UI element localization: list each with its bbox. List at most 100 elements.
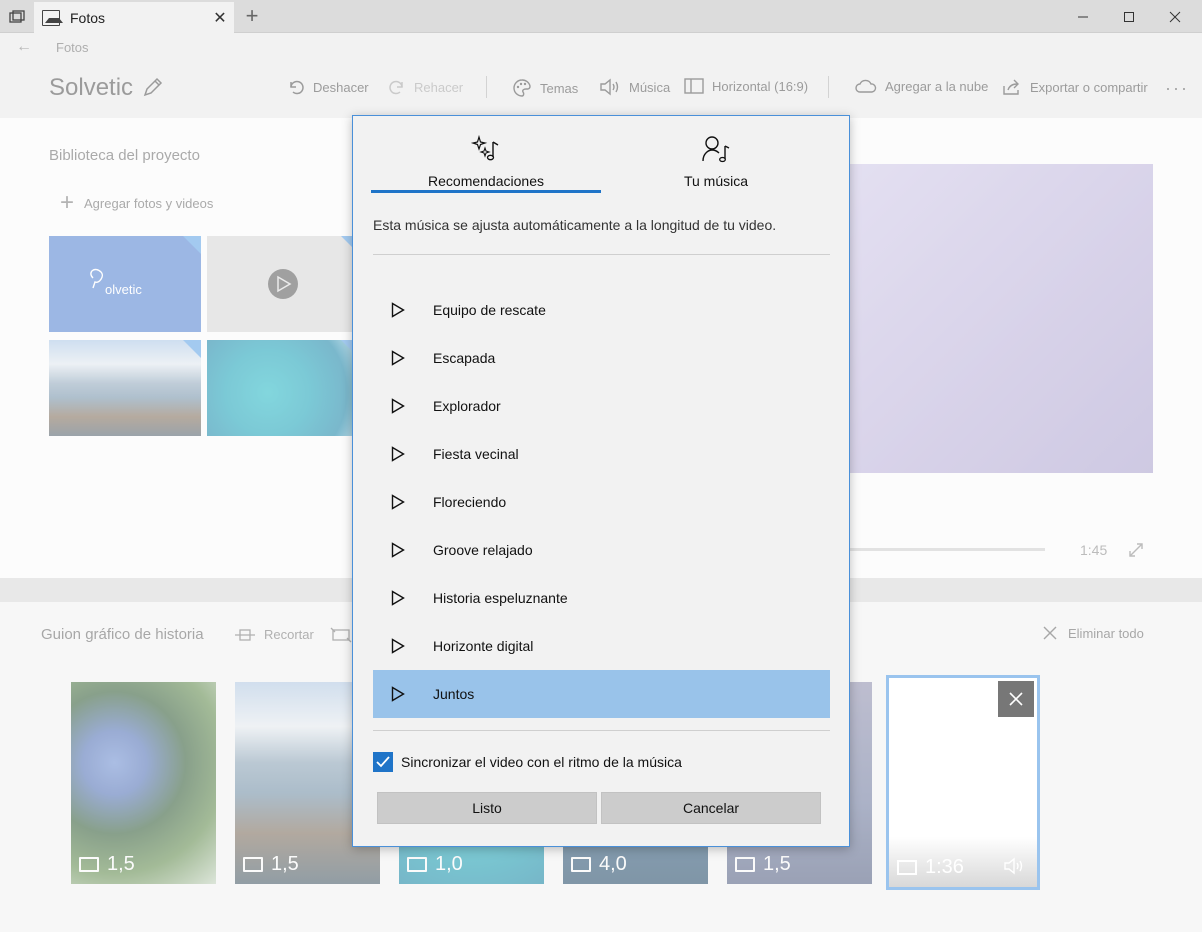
song-item[interactable]: Horizonte digital xyxy=(373,622,830,670)
cancel-button[interactable]: Cancelar xyxy=(601,792,821,824)
project-library-title: Biblioteca del proyecto xyxy=(49,147,200,164)
close-tab-button[interactable]: ✕ xyxy=(206,8,234,28)
maximize-icon xyxy=(1124,11,1134,22)
redo-label: Rehacer xyxy=(414,79,464,95)
song-title: Fiesta vecinal xyxy=(433,446,519,462)
song-title: Equipo de rescate xyxy=(433,302,546,318)
volume-icon[interactable] xyxy=(1003,857,1025,875)
close-window-button[interactable] xyxy=(1152,0,1198,33)
fullscreen-icon xyxy=(1129,543,1143,557)
song-item[interactable]: Fiesta vecinal xyxy=(373,430,830,478)
play-icon[interactable] xyxy=(391,350,405,366)
play-icon[interactable] xyxy=(391,686,405,702)
trim-icon xyxy=(235,628,255,641)
play-circle-icon xyxy=(268,269,298,299)
card-duration: 1,5 xyxy=(243,853,299,876)
tab-recommendations-label: Recomendaciones xyxy=(428,173,544,189)
add-photos-videos-button[interactable]: + Agregar fotos y videos xyxy=(60,191,214,215)
tab-recommendations[interactable]: Recomendaciones xyxy=(371,134,601,189)
preview-duration: 1:45 xyxy=(1080,542,1108,558)
song-item[interactable]: Explorador xyxy=(373,382,830,430)
storyboard-card[interactable]: 1,5 xyxy=(71,682,216,884)
play-icon[interactable] xyxy=(391,542,405,558)
library-thumbnail-reef[interactable] xyxy=(207,340,359,436)
play-icon[interactable] xyxy=(391,446,405,462)
song-item[interactable]: Equipo de rescate xyxy=(373,286,830,334)
used-corner-marker xyxy=(183,340,201,358)
tab-switcher-button[interactable] xyxy=(0,0,33,33)
card-duration: 1:36 xyxy=(897,856,964,879)
tab-your-music-label: Tu música xyxy=(683,173,749,189)
song-item[interactable]: Juntos xyxy=(373,670,830,718)
music-button[interactable]: Música xyxy=(599,78,670,96)
undo-icon xyxy=(290,80,304,95)
expand-icon[interactable] xyxy=(1128,542,1144,562)
new-tab-button[interactable]: + xyxy=(240,4,264,28)
maximize-button[interactable] xyxy=(1106,0,1152,33)
library-thumbnail-video[interactable] xyxy=(207,236,359,332)
export-share-button[interactable]: Exportar o compartir xyxy=(1002,78,1148,96)
browser-tab-fotos[interactable]: Fotos ✕ xyxy=(34,2,234,33)
library-thumbnail-lake[interactable] xyxy=(49,340,201,436)
play-icon[interactable] xyxy=(391,494,405,510)
card-duration: 1,0 xyxy=(407,853,463,876)
song-list-scroll-edge xyxy=(373,266,830,272)
song-item[interactable]: Groove relajado xyxy=(373,526,830,574)
library-thumbnail-logo[interactable]: olvetic xyxy=(49,236,201,332)
edit-title-button[interactable] xyxy=(142,76,164,103)
done-button[interactable]: Listo xyxy=(377,792,597,824)
themes-label: Temas xyxy=(540,80,579,96)
song-item[interactable]: Historia espeluznante xyxy=(373,574,830,622)
play-icon[interactable] xyxy=(391,590,405,606)
seek-bar[interactable] xyxy=(850,548,1045,551)
sync-checkbox-row[interactable]: Sincronizar el video con el ritmo de la … xyxy=(373,752,682,772)
share-icon xyxy=(1003,79,1019,95)
storyboard-card-selected[interactable]: 1:36 xyxy=(886,675,1040,890)
photos-app-icon xyxy=(42,9,63,26)
image-icon xyxy=(735,857,755,872)
redo-button[interactable]: Rehacer xyxy=(388,78,463,96)
sync-label: Sincronizar el video con el ritmo de la … xyxy=(401,754,682,770)
back-arrow-icon[interactable]: ← xyxy=(16,38,32,56)
card-duration: 1,5 xyxy=(735,853,791,876)
sync-checkbox[interactable] xyxy=(373,752,393,772)
play-icon[interactable] xyxy=(391,302,405,318)
toolbar-separator xyxy=(828,76,829,98)
song-title: Groove relajado xyxy=(433,542,533,558)
play-icon[interactable] xyxy=(391,638,405,654)
add-photos-videos-label: Agregar fotos y videos xyxy=(84,195,214,211)
song-title: Floreciendo xyxy=(433,494,507,510)
song-item[interactable]: Floreciendo xyxy=(373,478,830,526)
toolbar-separator xyxy=(486,76,487,98)
video-clip-icon xyxy=(897,860,917,875)
music-dialog: Recomendaciones Tu música Esta música se… xyxy=(352,115,850,847)
image-icon xyxy=(243,857,263,872)
add-to-cloud-button[interactable]: Agregar a la nube xyxy=(855,78,988,94)
song-items: Equipo de rescate Escapada Explorador Fiest… xyxy=(373,286,830,718)
themes-button[interactable]: Temas xyxy=(512,78,578,98)
undo-button[interactable]: Deshacer xyxy=(287,78,369,96)
aspect-ratio-icon xyxy=(684,78,704,94)
aspect-ratio-label: Horizontal (16:9) xyxy=(712,78,809,94)
minimize-button[interactable] xyxy=(1060,0,1106,33)
song-item[interactable]: Escapada xyxy=(373,334,830,382)
song-title: Escapada xyxy=(433,350,496,366)
resize-icon xyxy=(330,627,352,643)
logo-text: olvetic xyxy=(105,282,142,297)
delete-all-button[interactable]: Eliminar todo xyxy=(1042,625,1144,641)
sparkle-music-icon xyxy=(470,134,499,161)
export-share-label: Exportar o compartir xyxy=(1030,79,1148,95)
resize-button[interactable] xyxy=(330,627,352,643)
speaker-icon xyxy=(600,78,619,96)
trim-button[interactable]: Recortar xyxy=(234,627,314,642)
storyboard-title: Guion gráfico de historia xyxy=(41,626,204,643)
project-title[interactable]: Solvetic xyxy=(49,74,133,102)
remove-card-button[interactable] xyxy=(998,681,1034,717)
more-options-button[interactable]: ··· xyxy=(1165,78,1189,99)
aspect-ratio-button[interactable]: Horizontal (16:9) xyxy=(684,78,808,94)
song-list[interactable]: Equipo de rescate Escapada Explorador Fiest… xyxy=(373,266,830,722)
video-preview[interactable] xyxy=(848,164,1153,473)
song-title: Explorador xyxy=(433,398,501,414)
tab-your-music[interactable]: Tu música xyxy=(601,134,831,189)
play-icon[interactable] xyxy=(391,398,405,414)
